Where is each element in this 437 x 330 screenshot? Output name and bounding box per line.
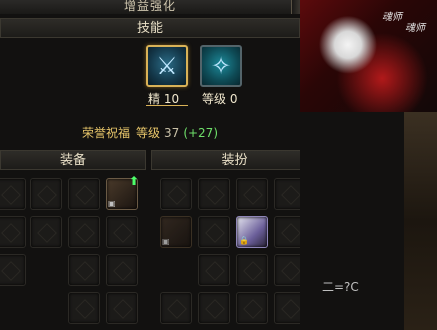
equipment-slot[interactable] [0, 254, 26, 286]
equipment-header: 装备 [0, 150, 146, 170]
equipment-slot[interactable] [30, 178, 62, 210]
window-title: 增益强化 [123, 0, 176, 13]
background-text: 二=?C [322, 280, 359, 294]
equipment-slot[interactable] [30, 216, 62, 248]
skills-header: 技能 [0, 18, 300, 38]
equipment-slot-filled[interactable]: ⬆ ▣ [106, 174, 140, 210]
equipment-slot[interactable] [68, 178, 100, 210]
equipment-slot[interactable] [106, 292, 138, 324]
honor-level-value: 37 [164, 126, 180, 140]
background-scene [404, 112, 437, 330]
avatar-slot[interactable] [236, 178, 268, 210]
honor-bonus: (+27) [183, 126, 218, 140]
skill-slot-level[interactable]: ✧ [200, 45, 242, 87]
equipment-slot[interactable] [106, 254, 138, 286]
avatar-slot[interactable] [198, 292, 230, 324]
equipment-slot[interactable] [68, 292, 100, 324]
honor-label: 荣誉祝福 [82, 126, 131, 140]
avatar-slot[interactable] [160, 178, 192, 210]
wand-icon: ✧ [210, 52, 232, 80]
honor-level-word: 等级 [136, 126, 161, 140]
equipment-slot[interactable] [0, 216, 26, 248]
avatar-slot[interactable] [198, 216, 230, 248]
title-bar-edge [291, 0, 300, 14]
equipment-badge-icon: ▣ [108, 199, 116, 208]
skill-slot-refine[interactable]: ⚔ [146, 45, 188, 87]
equipment-slot[interactable] [106, 216, 138, 248]
equipment-slot[interactable] [0, 178, 26, 210]
avatar-slot-filled[interactable]: ▣ [160, 216, 192, 248]
pet-column-background [300, 112, 404, 330]
sword-icon: ⚔ [156, 52, 178, 80]
avatar-slot[interactable] [160, 292, 192, 324]
avatar-badge-icon: ▣ [162, 237, 170, 246]
character-art [300, 0, 437, 112]
window-title-bar: 增益强化 [0, 0, 300, 15]
avatar-slot[interactable] [236, 254, 268, 286]
avatar-slot[interactable] [198, 254, 230, 286]
skill-level-label: 等级 0 [202, 92, 238, 106]
avatar-slot[interactable] [198, 178, 230, 210]
upgrade-arrow-icon: ⬆ [129, 174, 140, 188]
avatar-header: 装扮 [151, 150, 318, 170]
avatar-slot-filled[interactable]: 🔒 [236, 216, 268, 248]
equipment-slot[interactable] [68, 254, 100, 286]
art-caption-1: 魂师 [382, 12, 402, 23]
art-caption-2: 魂师 [405, 23, 425, 34]
equipment-slot[interactable] [68, 216, 100, 248]
avatar-slot[interactable] [236, 292, 268, 324]
lock-icon: 🔒 [239, 236, 249, 245]
honor-blessing-line: 荣誉祝福 等级 37 (+27) [0, 124, 300, 141]
selected-indicator [146, 105, 188, 106]
